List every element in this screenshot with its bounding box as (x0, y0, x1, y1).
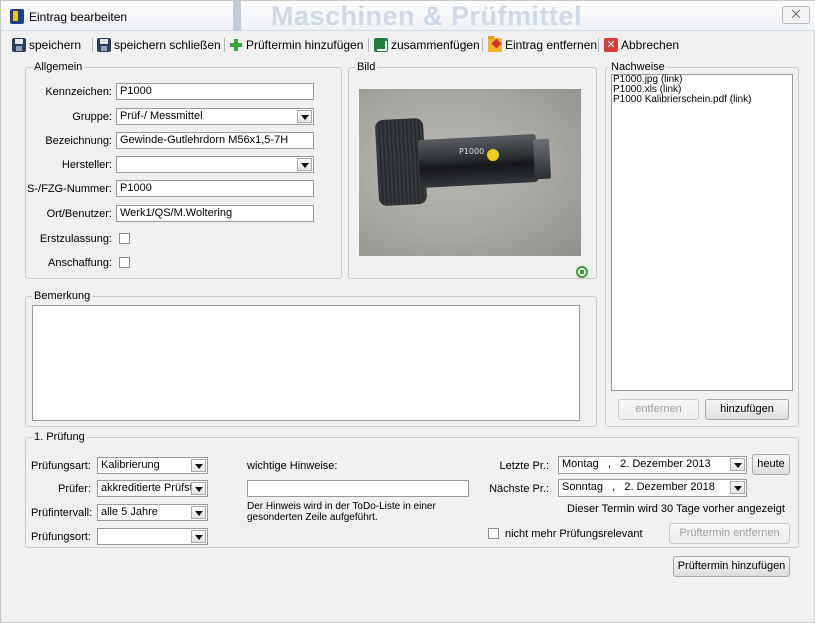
bezeichnung-label: Bezeichnung: (45, 135, 112, 147)
naechste-pruefung-date[interactable]: Sonntag , 2. Dezember 2018 (558, 479, 747, 497)
yellow-marker (487, 149, 499, 161)
nicht-mehr-relevant-checkbox[interactable] (488, 528, 499, 539)
app-icon (10, 9, 24, 24)
pruefer-label: Prüfer: (57, 483, 91, 495)
save-icon (12, 38, 26, 52)
gauge-end (532, 138, 552, 180)
gruppe-select[interactable]: Prüf-/ Messmittel (116, 108, 314, 125)
list-item[interactable]: P1000 Kalibrierschein.pdf (link) (612, 95, 792, 105)
chevron-down-icon[interactable] (297, 110, 312, 123)
pruefungsort-select[interactable] (97, 528, 208, 545)
sfzg-label: S-/FZG-Nummer: (27, 183, 112, 195)
remark-group-legend: Bemerkung (32, 290, 93, 302)
toolbar: speichern speichern schließen Prüftermin… (1, 35, 815, 55)
naechste-pruefung-date-value: Sonntag , 2. Dezember 2018 (562, 481, 715, 493)
inspection-group-legend: 1. Prüfung (32, 431, 87, 443)
toolbar-separator (598, 38, 599, 52)
ort-benutzer-input[interactable]: Werk1/QS/M.Woltering (116, 205, 314, 222)
bezeichnung-input[interactable]: Gewinde-Gutlehrdorn M56x1,5-7H (116, 132, 314, 149)
add-test-date-footer-button[interactable]: Prüftermin hinzufügen (673, 556, 790, 577)
pruefer-select[interactable]: akkreditierte Prüfstell (97, 480, 208, 497)
image-group-legend: Bild (355, 61, 378, 73)
hersteller-label: Hersteller: (61, 159, 112, 171)
letzte-pruefung-date[interactable]: Montag , 2. Dezember 2013 (558, 456, 747, 474)
gruppe-select-value: Prüf-/ Messmittel (120, 110, 203, 122)
gruppe-label: Gruppe: (72, 111, 112, 123)
today-button[interactable]: heute (752, 454, 790, 475)
pruefintervall-select[interactable]: alle 5 Jahre (97, 504, 208, 521)
merge-icon (374, 38, 388, 52)
refresh-image-icon[interactable] (576, 266, 588, 278)
gauge-body (417, 133, 539, 189)
nicht-mehr-relevant-label: nicht mehr Prüfungsrelevant (505, 528, 643, 540)
merge-button-label: zusammenfügen (391, 38, 480, 52)
anschaffung-label: Anschaffung: (47, 257, 112, 269)
toolbar-separator (482, 38, 483, 52)
pruefungsart-label: Prüfungsart: (31, 460, 91, 472)
documents-group-legend: Nachweise (609, 61, 667, 73)
plus-icon (229, 38, 243, 52)
chevron-down-icon[interactable] (191, 482, 206, 495)
add-document-button[interactable]: hinzufügen (705, 399, 789, 420)
cancel-button-label: Abbrechen (621, 38, 680, 52)
gauge-engraving: P1000 (459, 147, 485, 156)
reminder-text: Dieser Termin wird 30 Tage vorher angeze… (567, 503, 785, 515)
add-test-date-button-label: Prüftermin hinzufügen (246, 38, 364, 52)
edit-entry-window: Eintrag bearbeiten Maschinen & Prüfmitte… (0, 0, 815, 623)
erstzulassung-label: Erstzulassung: (39, 233, 112, 245)
chevron-down-icon[interactable] (297, 158, 312, 171)
background-window-title: Maschinen & Prüfmittel (271, 1, 583, 31)
kennzeichen-label: Kennzeichen: (45, 86, 112, 98)
sfzg-input[interactable]: P1000 (116, 180, 314, 197)
save-button[interactable]: speichern (12, 36, 81, 54)
save-close-button[interactable]: speichern schließen (97, 36, 221, 54)
save-button-label: speichern (29, 38, 82, 52)
letzte-pruefung-date-value: Montag , 2. Dezember 2013 (562, 458, 711, 470)
general-group-legend: Allgemein (32, 61, 85, 73)
calendar-dropdown-icon[interactable] (730, 458, 745, 471)
anschaffung-checkbox[interactable] (119, 257, 130, 268)
pruefungsart-select[interactable]: Kalibrierung (97, 457, 208, 474)
chevron-down-icon[interactable] (191, 530, 206, 543)
chevron-down-icon[interactable] (191, 506, 206, 519)
calendar-dropdown-icon[interactable] (730, 481, 745, 494)
window-title: Eintrag bearbeiten (29, 10, 128, 24)
pruefintervall-select-value: alle 5 Jahre (101, 506, 158, 518)
background-window-edge (233, 1, 241, 31)
toolbar-separator (92, 38, 93, 52)
pruefintervall-label: Prüfintervall: (31, 507, 93, 519)
add-test-date-button[interactable]: Prüftermin hinzufügen (229, 36, 363, 54)
toolbar-separator (368, 38, 369, 52)
toolbar-separator (224, 38, 225, 52)
remove-test-date-button[interactable]: Prüftermin entfernen (669, 523, 790, 544)
erstzulassung-checkbox[interactable] (119, 233, 130, 244)
hinweise-label: wichtige Hinweise: (247, 460, 338, 472)
title-bar[interactable]: Eintrag bearbeiten Maschinen & Prüfmitte… (1, 1, 815, 31)
letzte-pruefung-label: Letzte Pr.: (499, 460, 549, 472)
gauge-photo[interactable]: P1000 (359, 89, 581, 256)
chevron-down-icon[interactable] (191, 459, 206, 472)
folder-remove-icon (488, 36, 502, 52)
remove-document-button[interactable]: entfernen (618, 399, 699, 420)
remove-entry-button[interactable]: Eintrag entfernen (488, 36, 597, 54)
save-close-button-label: speichern schließen (114, 38, 221, 52)
ort-benutzer-label: Ort/Benutzer: (46, 208, 112, 220)
save-close-icon (97, 38, 111, 52)
remark-textarea[interactable] (32, 305, 580, 421)
close-button[interactable]: ⨉ (782, 6, 810, 24)
remove-entry-button-label: Eintrag entfernen (505, 38, 598, 52)
cancel-icon: ✕ (604, 38, 618, 52)
pruefungsort-label: Prüfungsort: (31, 531, 91, 543)
hinweise-input[interactable] (247, 480, 469, 497)
kennzeichen-input[interactable]: P1000 (116, 83, 314, 100)
pruefer-select-value: akkreditierte Prüfstell (101, 482, 204, 494)
documents-list[interactable]: P1000.jpg (link) P1000.xls (link) P1000 … (611, 74, 793, 391)
hersteller-select[interactable] (116, 156, 314, 173)
cancel-button[interactable]: ✕ Abbrechen (604, 36, 679, 54)
naechste-pruefung-label: Nächste Pr.: (489, 483, 549, 495)
pruefungsart-select-value: Kalibrierung (101, 459, 160, 471)
merge-button[interactable]: zusammenfügen (374, 36, 480, 54)
hinweise-note: Der Hinweis wird in der ToDo-Liste in ei… (247, 501, 436, 523)
